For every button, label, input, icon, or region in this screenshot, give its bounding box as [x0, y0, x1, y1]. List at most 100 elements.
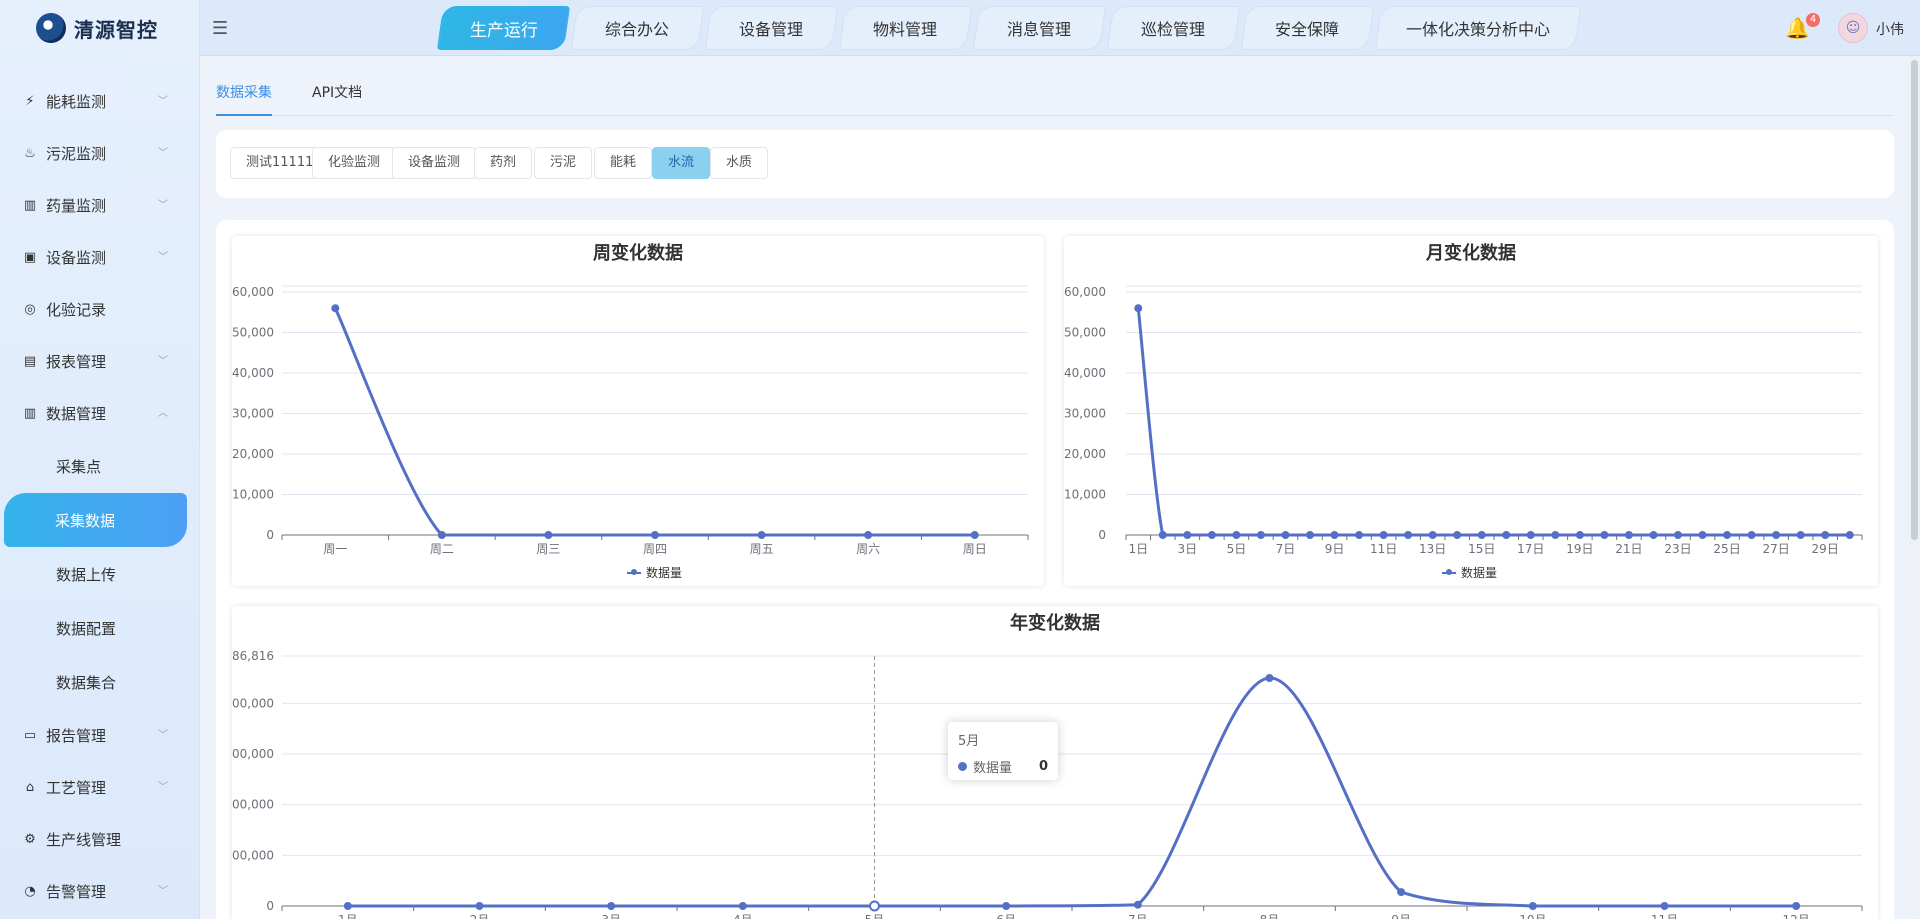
data-point[interactable]	[1232, 531, 1241, 539]
data-point[interactable]	[1551, 531, 1560, 539]
submenu-item-4[interactable]: 数据集合	[0, 655, 199, 709]
data-point[interactable]	[1428, 531, 1437, 539]
submenu-item-2[interactable]: 数据上传	[0, 547, 199, 601]
sidebar-item-items_after3[interactable]: ◔ 告警管理 ﹀	[0, 865, 199, 917]
menu-toggle-icon[interactable]: ☰	[212, 18, 228, 39]
username[interactable]: 小伟	[1876, 19, 1904, 39]
data-point[interactable]	[331, 304, 340, 313]
data-point[interactable]	[1158, 531, 1167, 539]
filter-chip-4[interactable]: 污泥	[534, 147, 593, 179]
data-point[interactable]	[1183, 531, 1192, 539]
x-tick-label: 27日	[1762, 542, 1789, 556]
data-point[interactable]	[1528, 902, 1537, 910]
filter-chip-3[interactable]: 药剂	[474, 147, 533, 179]
data-point[interactable]	[607, 902, 616, 910]
filter-chip-6[interactable]: 水流	[652, 147, 711, 179]
data-point[interactable]	[1821, 531, 1830, 539]
filter-chip-7[interactable]: 水质	[710, 147, 769, 179]
top-tab-4[interactable]: 消息管理	[972, 6, 1107, 50]
data-point[interactable]	[1355, 531, 1364, 539]
sidebar-item-items2[interactable]: ▥ 药量监测 ﹀	[0, 179, 199, 231]
data-point[interactable]	[757, 531, 766, 539]
submenu-item-0[interactable]: 采集点	[0, 439, 199, 493]
legend-marker	[1442, 568, 1456, 575]
top-tab-3[interactable]: 物料管理	[838, 6, 973, 50]
data-point[interactable]	[1265, 673, 1274, 682]
subtab-data-collection[interactable]: 数据采集	[216, 84, 272, 116]
top-tab-1[interactable]: 综合办公	[570, 6, 705, 50]
data-point[interactable]	[1453, 531, 1462, 539]
data-point[interactable]	[1502, 531, 1511, 539]
data-point[interactable]	[1477, 531, 1486, 539]
data-point[interactable]	[1845, 531, 1854, 539]
x-tick-label: 12月	[1783, 913, 1810, 919]
scrollbar-thumb[interactable]	[1911, 60, 1918, 540]
data-point[interactable]	[864, 531, 873, 539]
avatar[interactable]: ☺	[1838, 13, 1868, 43]
data-point[interactable]	[1134, 304, 1143, 313]
x-tick-label: 11日	[1370, 542, 1397, 556]
data-point[interactable]	[1723, 531, 1732, 539]
x-tick-label: 2月	[470, 913, 490, 919]
data-point[interactable]	[651, 531, 659, 539]
data-point[interactable]	[1133, 900, 1142, 909]
submenu-item-3[interactable]: 数据配置	[0, 601, 199, 655]
data-point[interactable]	[1306, 531, 1314, 539]
subtab-api-docs[interactable]: API文档	[312, 84, 362, 116]
chart-legend[interactable]: 数据量	[1442, 564, 1497, 581]
data-point[interactable]	[1330, 531, 1339, 539]
data-point[interactable]	[1660, 902, 1669, 910]
top-tab-2[interactable]: 设备管理	[704, 6, 839, 50]
sidebar-item-items5[interactable]: ▤ 报表管理 ﹀	[0, 335, 199, 387]
sidebar-item-items4[interactable]: ◎ 化验记录	[0, 283, 199, 335]
data-point[interactable]	[1792, 902, 1801, 910]
sidebar-item-items0[interactable]: ⚡ 能耗监测 ﹀	[0, 75, 199, 127]
sidebar-item-items3[interactable]: ▣ 设备监测 ﹀	[0, 231, 199, 283]
data-point[interactable]	[1256, 531, 1265, 539]
data-point[interactable]	[1674, 531, 1682, 539]
data-point[interactable]	[1379, 531, 1388, 539]
data-point[interactable]	[343, 902, 352, 910]
filter-chip-1[interactable]: 化验监测	[312, 147, 397, 179]
top-tab-0[interactable]: 生产运行	[436, 6, 571, 50]
filter-chip-5[interactable]: 能耗	[594, 147, 653, 179]
top-tab-6[interactable]: 安全保障	[1240, 6, 1375, 50]
brand[interactable]: 清源智控	[0, 0, 199, 56]
data-point[interactable]	[869, 900, 880, 912]
data-point[interactable]	[1624, 531, 1633, 539]
sidebar-item-items_after2[interactable]: ⚙ 生产线管理	[0, 813, 199, 865]
data-point[interactable]	[1747, 531, 1756, 539]
top-tab-label: 生产运行	[469, 20, 538, 41]
sidebar-item-items_after1[interactable]: ⌂ 工艺管理 ﹀	[0, 761, 199, 813]
data-point[interactable]	[1575, 531, 1584, 539]
legend-label: 数据量	[1461, 566, 1498, 580]
data-point[interactable]	[1698, 531, 1707, 539]
data-point[interactable]	[1207, 531, 1216, 539]
top-tab-5[interactable]: 巡检管理	[1106, 6, 1241, 50]
data-point[interactable]	[544, 531, 553, 539]
data-point[interactable]	[437, 531, 446, 539]
data-point[interactable]	[1397, 888, 1406, 897]
data-point[interactable]	[970, 531, 979, 539]
data-point[interactable]	[1649, 531, 1658, 539]
top-tab-7[interactable]: 一体化决策分析中心	[1374, 6, 1582, 50]
data-point[interactable]	[1772, 531, 1781, 539]
chart-legend[interactable]: 数据量	[627, 564, 682, 581]
data-point[interactable]	[738, 902, 747, 910]
sidebar-item-items_after0[interactable]: ▭ 报告管理 ﹀	[0, 709, 199, 761]
data-point[interactable]	[1281, 531, 1290, 539]
data-point[interactable]	[475, 902, 484, 910]
data-point[interactable]	[1002, 902, 1011, 910]
y-tick-label: 30,000	[1064, 407, 1106, 421]
sidebar-item-label: 报表管理	[46, 352, 107, 371]
submenu-item-1[interactable]: 采集数据	[4, 493, 187, 547]
legend-label: 数据量	[646, 566, 683, 580]
data-point[interactable]	[1600, 531, 1609, 539]
data-point[interactable]	[1796, 531, 1805, 539]
sidebar-item-items1[interactable]: ♨ 污泥监测 ﹀	[0, 127, 199, 179]
data-point[interactable]	[1404, 531, 1413, 539]
sidebar-item-items6[interactable]: ▥ 数据管理 ︿	[0, 387, 199, 439]
page-scrollbar[interactable]	[1909, 56, 1920, 919]
filter-chip-2[interactable]: 设备监测	[392, 147, 477, 179]
data-point[interactable]	[1526, 531, 1535, 539]
